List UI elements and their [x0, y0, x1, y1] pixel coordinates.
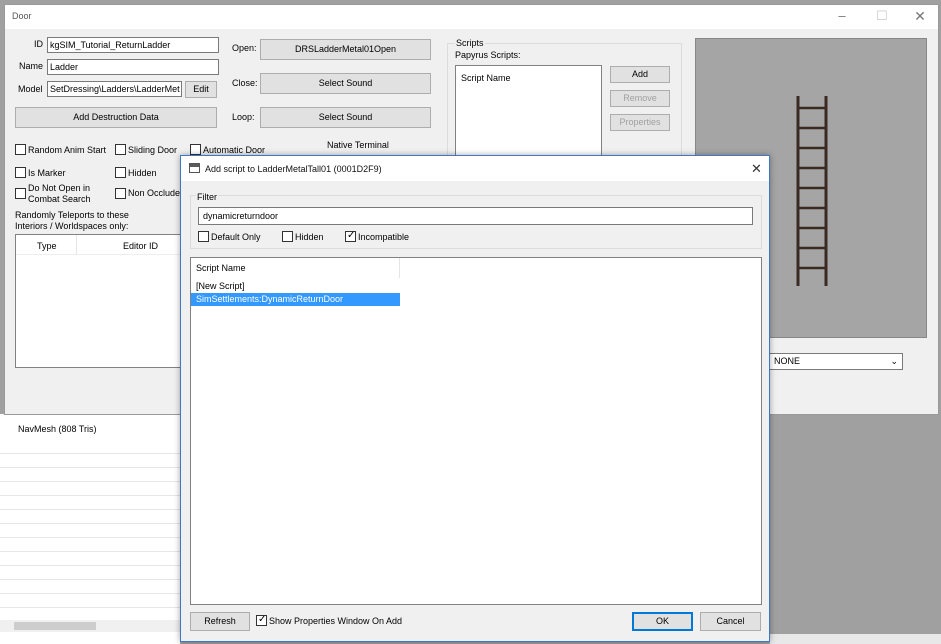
filter-input[interactable]: dynamicreturndoor: [198, 207, 753, 225]
navmesh-row[interactable]: NavMesh (808 Tris): [18, 424, 97, 434]
script-name-column-header[interactable]: Script Name: [191, 258, 400, 278]
refresh-button[interactable]: Refresh: [190, 612, 250, 631]
sliding-door-checkbox[interactable]: [115, 144, 126, 155]
teleport-col-type[interactable]: Type: [37, 241, 57, 251]
ladder-icon: [796, 96, 828, 286]
do-not-open-checkbox[interactable]: [15, 188, 26, 199]
teleport-col-editor-id[interactable]: Editor ID: [123, 241, 158, 251]
background-scroll-thumb[interactable]: [14, 622, 96, 630]
id-field[interactable]: kgSIM_Tutorial_ReturnLadder: [47, 37, 219, 53]
random-anim-start-label: Random Anim Start: [28, 145, 107, 155]
ok-button[interactable]: OK: [632, 612, 693, 631]
incompatible-label: Incompatible: [358, 232, 410, 242]
hidden-label: Hidden: [128, 168, 157, 178]
close-sound-label: Close:: [232, 78, 258, 88]
add-script-dialog: Add script to LadderMetalTall01 (0001D2F…: [180, 155, 770, 642]
model-field[interactable]: SetDressing\Ladders\LadderMet: [47, 81, 182, 97]
name-label: Name: [19, 61, 44, 71]
show-properties-label: Show Properties Window On Add: [269, 616, 403, 626]
list-item-selected[interactable]: SimSettlements:DynamicReturnDoor: [191, 293, 400, 306]
teleport-label-1: Randomly Teleports to these: [15, 210, 129, 220]
close-icon[interactable]: ✕: [751, 161, 762, 177]
native-terminal-label: Native Terminal: [327, 140, 389, 150]
script-name-header: Script Name: [461, 73, 511, 83]
background-render-area: [770, 416, 941, 644]
automatic-door-checkbox[interactable]: [190, 144, 201, 155]
edit-model-button[interactable]: Edit: [185, 81, 217, 98]
door-window-title: Door: [12, 11, 32, 21]
is-marker-checkbox[interactable]: [15, 167, 26, 178]
hidden-checkbox[interactable]: [115, 167, 126, 178]
teleport-label-2: Interiors / Worldspaces only:: [15, 221, 129, 231]
sliding-door-label: Sliding Door: [128, 145, 178, 155]
column-divider: [76, 235, 77, 255]
scripts-group-label: Scripts: [455, 38, 485, 48]
script-results-list[interactable]: Script Name [New Script] SimSettlements:…: [190, 257, 762, 605]
hidden-filter-label: Hidden: [295, 232, 324, 242]
close-sound-button[interactable]: Select Sound: [260, 73, 431, 94]
do-not-open-label-2: Combat Search: [28, 194, 91, 204]
name-field[interactable]: Ladder: [47, 59, 219, 75]
is-marker-label: Is Marker: [28, 168, 66, 178]
open-sound-label: Open:: [232, 43, 257, 53]
minimize-icon[interactable]: –: [835, 9, 849, 23]
loop-sound-label: Loop:: [232, 112, 255, 122]
id-label: ID: [34, 39, 43, 49]
properties-button[interactable]: Properties: [610, 114, 670, 131]
incompatible-checkbox[interactable]: [345, 230, 356, 242]
non-occluder-checkbox[interactable]: [115, 188, 126, 199]
filter-label: Filter: [196, 192, 218, 202]
model-label: Model: [18, 84, 43, 94]
add-script-button[interactable]: Add: [610, 66, 670, 83]
teleport-list[interactable]: Type Editor ID: [15, 234, 183, 368]
open-sound-button[interactable]: DRSLadderMetal01Open: [260, 39, 431, 60]
navmesh-count: (808 Tris): [58, 424, 97, 434]
background-bottom-bar: [770, 634, 941, 644]
papyrus-scripts-label: Papyrus Scripts:: [455, 50, 521, 60]
teleport-list-header: Type Editor ID: [16, 235, 182, 255]
list-item[interactable]: [New Script]: [191, 280, 400, 293]
background-list-rows: [0, 440, 180, 620]
show-properties-checkbox[interactable]: [256, 614, 267, 626]
navmesh-label: NavMesh: [18, 424, 57, 434]
door-titlebar: Door – ☐ ✕: [5, 5, 938, 29]
default-only-label: Default Only: [211, 232, 261, 242]
dialog-titlebar: Add script to LadderMetalTall01 (0001D2F…: [181, 156, 769, 181]
dialog-title: Add script to LadderMetalTall01 (0001D2F…: [205, 164, 382, 174]
automatic-door-label: Automatic Door: [203, 145, 266, 155]
random-anim-start-checkbox[interactable]: [15, 144, 26, 155]
preview-combo-value: NONE: [774, 356, 801, 366]
default-only-checkbox[interactable]: [198, 231, 209, 242]
non-occluder-label: Non Occlude: [128, 188, 181, 198]
window-icon: [189, 163, 200, 173]
add-destruction-data-button[interactable]: Add Destruction Data: [15, 107, 217, 128]
preview-combo[interactable]: NONE ⌄: [769, 353, 903, 370]
loop-sound-button[interactable]: Select Sound: [260, 107, 431, 128]
remove-script-button[interactable]: Remove: [610, 90, 670, 107]
do-not-open-label-1: Do Not Open in: [28, 183, 91, 193]
maximize-icon[interactable]: ☐: [875, 9, 889, 23]
hidden-filter-checkbox[interactable]: [282, 231, 293, 242]
close-icon[interactable]: ✕: [913, 9, 927, 23]
cancel-button[interactable]: Cancel: [700, 612, 761, 631]
chevron-down-icon: ⌄: [890, 356, 898, 366]
